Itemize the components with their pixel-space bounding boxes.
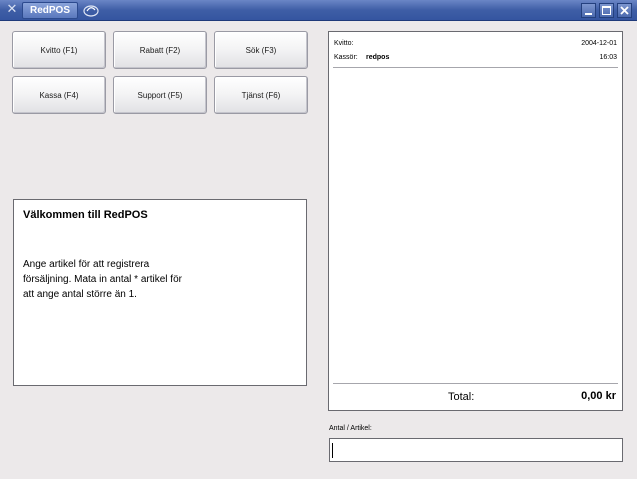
receipt-header-divider — [333, 67, 618, 68]
receipt-total-divider — [333, 383, 618, 384]
window-title: RedPOS — [22, 2, 78, 19]
welcome-panel: Välkommen till RedPOS Ange artikel för a… — [13, 199, 307, 386]
support-button[interactable]: Support (F5) — [113, 76, 207, 114]
welcome-line: att ange antal större än 1. — [23, 289, 137, 300]
maximize-icon — [602, 6, 611, 15]
welcome-title: Välkommen till RedPOS — [23, 209, 148, 221]
welcome-line: Ange artikel för att registrera — [23, 259, 150, 270]
welcome-line: försäljning. Mata in antal * artikel för — [23, 274, 182, 285]
sok-button[interactable]: Sök (F3) — [214, 31, 308, 69]
tjanst-button-label: Tjänst (F6) — [241, 90, 281, 100]
x-logo-icon[interactable]: ✕ — [3, 2, 21, 18]
total-label: Total: — [448, 391, 475, 403]
kassa-button-label: Kassa (F4) — [39, 90, 79, 100]
rabatt-button[interactable]: Rabatt (F2) — [113, 31, 207, 69]
entry-label: Antal / Artikel: — [329, 425, 372, 432]
swirl-icon — [83, 5, 99, 17]
total-value: 0,00 kr — [581, 390, 616, 402]
minimize-icon — [585, 13, 592, 15]
close-button[interactable] — [617, 3, 632, 18]
receipt-time: 16:03 — [599, 54, 617, 61]
cashier-label: Kassör: — [334, 54, 358, 61]
minimize-button[interactable] — [581, 3, 596, 18]
maximize-button[interactable] — [599, 3, 614, 18]
kvitto-button-label: Kvitto (F1) — [40, 45, 78, 55]
support-button-label: Support (F5) — [137, 90, 183, 100]
receipt-date: 2004-12-01 — [581, 40, 617, 47]
tjanst-button[interactable]: Tjänst (F6) — [214, 76, 308, 114]
receipt-label: Kvitto: — [334, 40, 354, 47]
sok-button-label: Sök (F3) — [245, 45, 277, 55]
rabatt-button-label: Rabatt (F2) — [139, 45, 181, 55]
welcome-text: Ange artikel för att registrera försäljn… — [23, 257, 223, 302]
close-icon — [620, 6, 629, 15]
text-caret — [332, 443, 333, 458]
article-input[interactable] — [329, 438, 623, 462]
cashier-name: redpos — [366, 54, 390, 61]
title-bar: ✕ RedPOS — [0, 0, 637, 21]
kassa-button[interactable]: Kassa (F4) — [12, 76, 106, 114]
kvitto-button[interactable]: Kvitto (F1) — [12, 31, 106, 69]
receipt-panel: Kvitto: 2004-12-01 Kassör: redpos 16:03 … — [328, 31, 623, 411]
